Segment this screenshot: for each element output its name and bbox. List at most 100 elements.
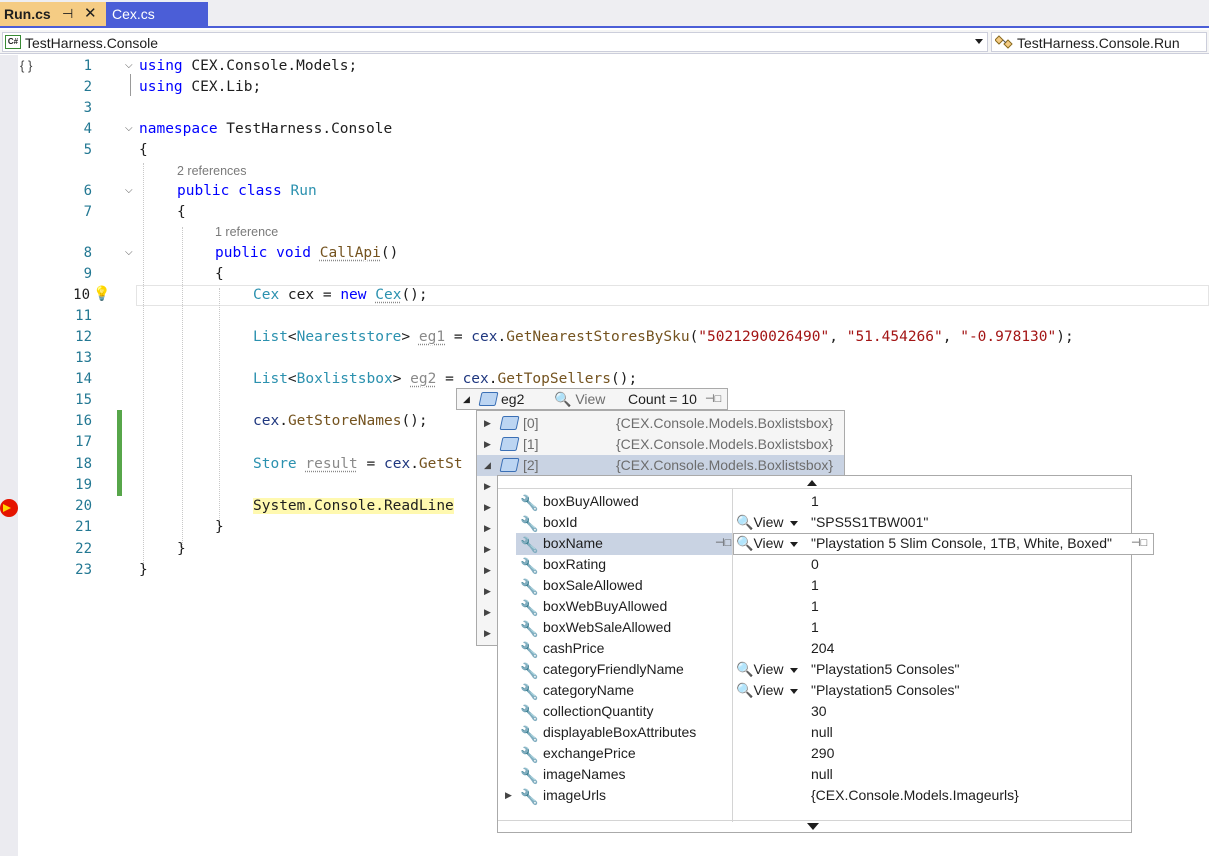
property-row[interactable]: 🔧 imageNames null: [498, 764, 1131, 785]
property-row[interactable]: 🔧 categoryFriendlyName 🔍View "Playstatio…: [498, 659, 1131, 680]
property-row[interactable]: 🔧 boxWebBuyAllowed 1: [498, 596, 1131, 617]
expand-arrow-icon[interactable]: ▶: [484, 481, 491, 492]
line-number-current: 10: [73, 287, 90, 303]
view-visualizer-button[interactable]: 🔍View: [736, 512, 798, 533]
expand-arrow-icon[interactable]: ▶: [505, 785, 512, 806]
type-name: Neareststore: [296, 329, 402, 345]
property-value: "SPS5S1TBW001": [811, 514, 929, 530]
lightbulb-icon[interactable]: 💡: [93, 285, 110, 302]
expand-arrow-icon[interactable]: ▶: [484, 586, 491, 597]
code-line: List<Neareststore> eg1 = cex.GetNearestS…: [253, 327, 1074, 348]
collapse-arrow-icon[interactable]: ◢: [484, 455, 491, 476]
chevron-down-icon[interactable]: [789, 520, 798, 526]
pin-icon[interactable]: ⊣□: [1131, 536, 1147, 549]
property-row[interactable]: ▶ 🔧 imageUrls {CEX.Console.Models.Imageu…: [498, 785, 1131, 806]
scroll-down-icon[interactable]: [807, 823, 819, 830]
code-text: }: [215, 519, 224, 535]
property-row[interactable]: 🔧 exchangePrice 290: [498, 743, 1131, 764]
property-row-selected[interactable]: 🔧 boxName ⊣□ 🔍View "Playstation 5 Slim C…: [498, 533, 1131, 554]
tab-cex-cs[interactable]: Cex.cs: [106, 2, 208, 26]
chevron-down-icon[interactable]: [789, 688, 798, 694]
method-name: GetSt: [418, 456, 463, 472]
expand-arrow-icon[interactable]: ▶: [484, 607, 491, 618]
property-row[interactable]: 🔧 categoryName 🔍View "Playstation5 Conso…: [498, 680, 1131, 701]
expand-arrow-icon[interactable]: ▶: [484, 523, 491, 534]
collapse-icon[interactable]: ⌵: [125, 186, 135, 196]
expand-arrow-icon[interactable]: ▶: [484, 565, 491, 576]
view-visualizer-button[interactable]: 🔍View: [736, 659, 798, 680]
pin-tab-icon[interactable]: ⊣: [62, 2, 73, 26]
collapse-icon[interactable]: ⌵: [125, 124, 135, 134]
codelens-references[interactable]: 1 reference: [215, 224, 278, 240]
indent-guide: [219, 288, 220, 528]
scroll-up-icon[interactable]: [807, 480, 817, 486]
variable-name: result: [305, 456, 358, 472]
view-visualizer-button[interactable]: 🔍View: [736, 680, 798, 701]
divider: [498, 820, 1131, 821]
list-item[interactable]: ▶ [0] {CEX.Console.Models.Boxlistsbox}: [477, 413, 844, 434]
datatip-variable-name: eg2: [501, 391, 525, 407]
collapse-icon[interactable]: ⌵: [125, 248, 135, 258]
property-row[interactable]: 🔧 displayableBoxAttributes null: [498, 722, 1131, 743]
chevron-down-icon[interactable]: [975, 39, 983, 44]
expand-arrow-icon[interactable]: ▶: [484, 502, 491, 513]
chevron-down-icon[interactable]: [789, 541, 798, 547]
property-row[interactable]: 🔧 boxBuyAllowed 1: [498, 491, 1131, 512]
expand-arrow-icon[interactable]: ▶: [484, 434, 491, 455]
view-visualizer-button[interactable]: 🔍View: [736, 533, 798, 554]
property-row[interactable]: 🔧 collectionQuantity 30: [498, 701, 1131, 722]
collapse-icon[interactable]: ⌵: [125, 61, 135, 71]
property-value: 1: [811, 598, 819, 614]
code-text: CEX.Console.Models;: [182, 58, 358, 74]
object-icon: [478, 392, 499, 406]
pin-icon[interactable]: ⊣□: [705, 389, 721, 409]
property-name: cashPrice: [543, 640, 605, 656]
property-name: categoryFriendlyName: [543, 661, 684, 677]
line-number: 15: [75, 392, 92, 408]
type-name: Boxlistsbox: [296, 371, 393, 387]
property-row[interactable]: 🔧 boxSaleAllowed 1: [498, 575, 1131, 596]
property-row[interactable]: 🔧 cashPrice 204: [498, 638, 1131, 659]
string-literal: "5021290026490": [698, 329, 830, 345]
line-number: 6: [83, 183, 92, 199]
wrench-icon: 🔧: [520, 558, 539, 575]
magnifier-icon: 🔍: [736, 661, 754, 677]
code-line: using CEX.Console.Models;: [139, 56, 357, 77]
tab-run-cs[interactable]: Run.cs ⊣ ✕: [0, 2, 106, 26]
code-text: =: [445, 329, 472, 345]
property-row[interactable]: 🔧 boxId 🔍View "SPS5S1TBW001": [498, 512, 1131, 533]
member-dropdown[interactable]: TestHarness.Console.Run: [991, 32, 1207, 52]
datatip-count: Count = 10: [628, 391, 697, 407]
object-icon: [499, 416, 520, 430]
change-indicator: [117, 410, 122, 496]
view-label: View: [753, 514, 784, 530]
type-name: Run: [290, 183, 317, 199]
list-item-selected[interactable]: ◢ [2] {CEX.Console.Models.Boxlistsbox}: [477, 455, 844, 476]
property-row[interactable]: 🔧 boxWebSaleAllowed 1: [498, 617, 1131, 638]
line-number: 20: [75, 498, 92, 514]
project-dropdown[interactable]: C# TestHarness.Console: [2, 32, 988, 52]
datatip-header[interactable]: ◢ eg2 🔍 View Count = 10 ⊣□: [456, 388, 728, 423]
code-line: namespace TestHarness.Console: [139, 119, 392, 140]
chevron-down-icon[interactable]: [789, 667, 798, 673]
view-label: View: [753, 535, 784, 551]
close-tab-icon[interactable]: ✕: [84, 2, 97, 26]
property-name: boxWebBuyAllowed: [543, 598, 668, 614]
code-text: .: [488, 371, 498, 387]
pin-icon[interactable]: ⊣□: [715, 533, 731, 554]
property-value: 0: [811, 556, 819, 572]
line-number: 2: [83, 79, 92, 95]
wrench-icon: 🔧: [520, 579, 539, 596]
expand-arrow-icon[interactable]: ▶: [484, 544, 491, 555]
property-name: imageUrls: [543, 787, 607, 803]
list-item[interactable]: ▶ [1] {CEX.Console.Models.Boxlistsbox}: [477, 434, 844, 455]
codelens-references[interactable]: 2 references: [177, 163, 246, 179]
code-text: }: [139, 562, 148, 578]
method-name: CallApi: [319, 245, 381, 261]
property-row[interactable]: 🔧 boxRating 0: [498, 554, 1131, 575]
code-line: {: [215, 264, 224, 285]
expand-arrow-icon[interactable]: ▶: [484, 628, 491, 639]
line-number: 3: [83, 100, 92, 116]
expand-arrow-icon[interactable]: ▶: [484, 413, 491, 434]
collapse-arrow-icon[interactable]: ◢: [463, 389, 470, 409]
